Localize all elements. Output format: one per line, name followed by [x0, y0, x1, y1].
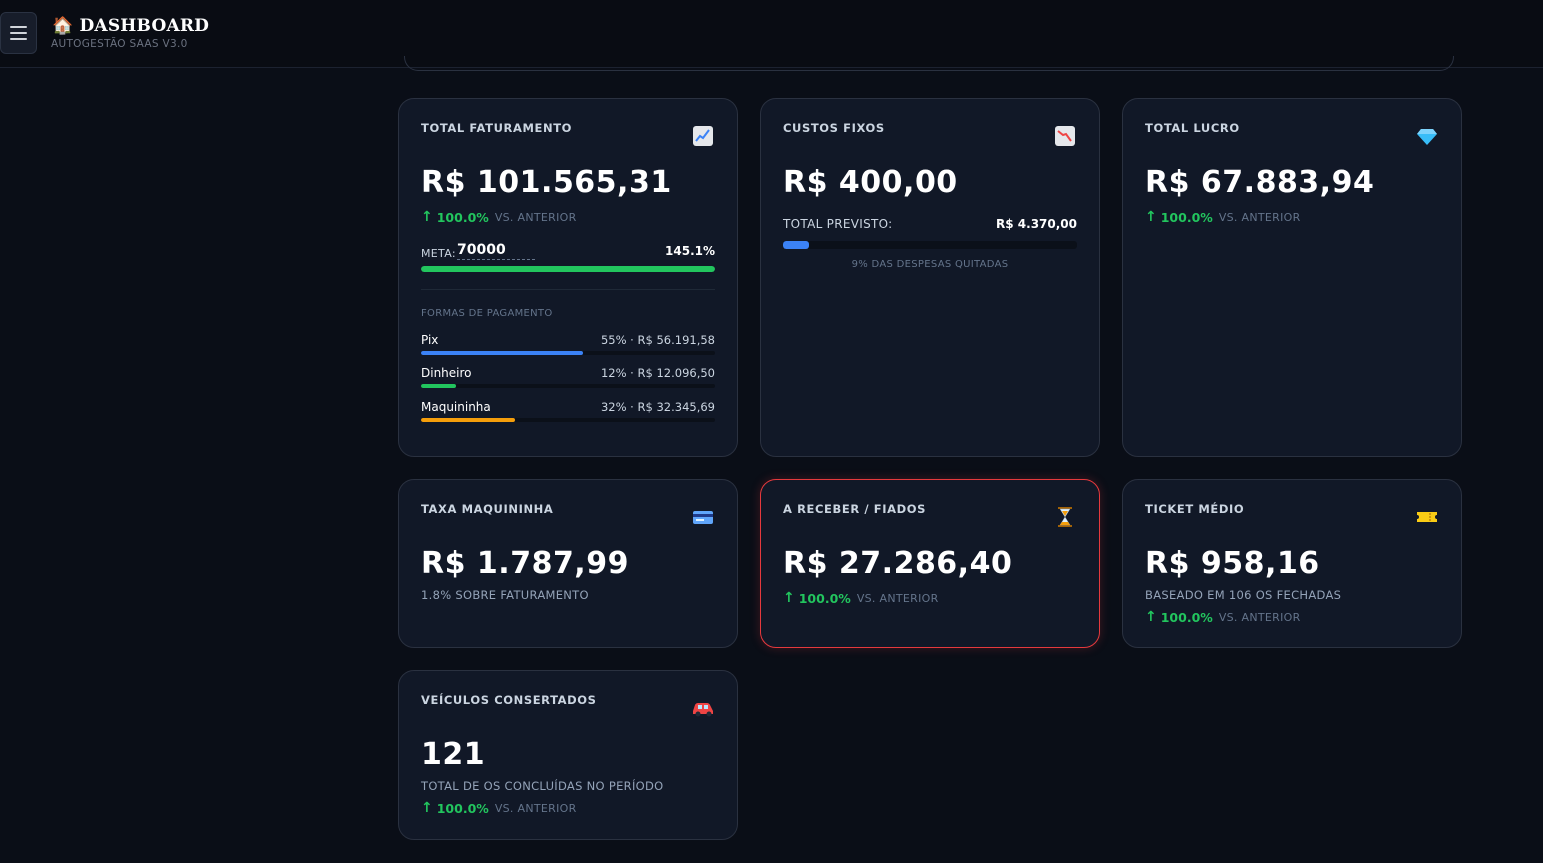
hamburger-line — [10, 38, 27, 40]
card-title: TICKET MÉDIO — [1145, 502, 1245, 516]
arrow-up-icon: ↑ — [1145, 609, 1157, 625]
payment-detail: 55% · R$ 56.191,58 — [600, 333, 715, 347]
payment-bar-track — [421, 351, 715, 355]
payment-name: Pix — [421, 333, 439, 347]
receber-trend: ↑ 100.0% VS. ANTERIOR — [783, 590, 939, 606]
chart-up-icon — [691, 125, 715, 149]
previsto-value: R$ 4.370,00 — [996, 217, 1077, 231]
arrow-up-icon: ↑ — [783, 590, 795, 606]
card-custos-fixos: CUSTOS FIXOS R$ 400,00 TOTAL PREVISTO: R… — [760, 98, 1100, 457]
car-icon — [691, 697, 715, 721]
card-title: TAXA MAQUININHA — [421, 502, 554, 516]
meta-progress-fill — [421, 266, 715, 272]
ticket-subtitle: BASEADO EM 106 OS FECHADAS — [1145, 588, 1342, 602]
meta-progress-track — [421, 266, 715, 272]
payment-detail: 12% · R$ 12.096,50 — [600, 366, 715, 380]
meta-percent: 145.1% — [665, 244, 715, 258]
veiculos-value: 121 — [421, 737, 486, 772]
lucro-value: R$ 67.883,94 — [1145, 165, 1375, 200]
arrow-up-icon: ↑ — [421, 800, 433, 816]
trend-percent: 100.0% — [436, 209, 489, 225]
arrow-up-icon: ↑ — [421, 209, 433, 225]
meta-row: META: 70000 145.1% — [421, 242, 715, 262]
lucro-trend: ↑ 100.0% VS. ANTERIOR — [1145, 209, 1301, 225]
payment-bar-track — [421, 384, 715, 388]
payment-bar-fill — [421, 418, 516, 422]
taxa-subtitle: 1.8% SOBRE FATURAMENTO — [421, 588, 589, 602]
meta-input[interactable]: 70000 — [457, 242, 535, 260]
custos-progress-track — [783, 241, 1077, 249]
veiculos-trend: ↑ 100.0% VS. ANTERIOR — [421, 800, 577, 816]
ticket-icon — [1415, 506, 1439, 530]
ticket-trend: ↑ 100.0% VS. ANTERIOR — [1145, 609, 1301, 625]
trend-percent: 100.0% — [1160, 609, 1213, 625]
page-title: 🏠 DASHBOARD — [52, 16, 210, 36]
card-a-receber: A RECEBER / FIADOS R$ 27.286,40 ↑ 100.0%… — [760, 479, 1100, 648]
previsto-label: TOTAL PREVISTO: — [783, 217, 893, 231]
card-taxa-maquininha: TAXA MAQUININHA R$ 1.787,99 1.8% SOBRE F… — [398, 479, 738, 648]
card-total-lucro: TOTAL LUCRO R$ 67.883,94 ↑ 100.0% VS. AN… — [1122, 98, 1462, 457]
trend-percent: 100.0% — [1160, 209, 1213, 225]
custos-note: 9% DAS DESPESAS QUITADAS — [851, 259, 1009, 270]
trend-label: VS. ANTERIOR — [494, 210, 577, 224]
payment-name: Dinheiro — [421, 366, 472, 380]
chart-down-icon — [1053, 125, 1077, 149]
menu-toggle-button[interactable] — [0, 12, 37, 54]
payment-row-dinheiro: Dinheiro 12% · R$ 12.096,50 — [421, 366, 715, 396]
meta-label: META: — [421, 247, 456, 260]
faturamento-value: R$ 101.565,31 — [421, 165, 672, 200]
divider — [421, 289, 715, 290]
hamburger-line — [10, 32, 27, 34]
payment-bar-track — [421, 418, 715, 422]
trend-percent: 100.0% — [798, 590, 851, 606]
receber-value: R$ 27.286,40 — [783, 546, 1013, 581]
veiculos-subtitle: TOTAL DE OS CONCLUÍDAS NO PERÍODO — [421, 779, 664, 793]
custos-progress-fill — [783, 241, 810, 249]
faturamento-trend: ↑ 100.0% VS. ANTERIOR — [421, 209, 577, 225]
card-total-faturamento: TOTAL FATURAMENTO R$ 101.565,31 ↑ 100.0%… — [398, 98, 738, 457]
hourglass-icon — [1053, 506, 1077, 530]
trend-label: VS. ANTERIOR — [1218, 610, 1301, 624]
card-veiculos-consertados: VEÍCULOS CONSERTADOS 121 TOTAL DE OS CON… — [398, 670, 738, 840]
payment-name: Maquininha — [421, 400, 491, 414]
payment-bar-fill — [421, 351, 583, 355]
trend-label: VS. ANTERIOR — [856, 591, 939, 605]
credit-card-icon — [691, 506, 715, 530]
payment-row-pix: Pix 55% · R$ 56.191,58 — [421, 333, 715, 363]
hamburger-icon — [10, 26, 27, 28]
card-ticket-medio: TICKET MÉDIO R$ 958,16 BASEADO EM 106 OS… — [1122, 479, 1462, 648]
payment-detail: 32% · R$ 32.345,69 — [600, 400, 715, 414]
trend-label: VS. ANTERIOR — [494, 801, 577, 815]
payment-row-maquininha: Maquininha 32% · R$ 32.345,69 — [421, 400, 715, 430]
card-title: VEÍCULOS CONSERTADOS — [421, 693, 597, 707]
taxa-value: R$ 1.787,99 — [421, 546, 629, 581]
custos-value: R$ 400,00 — [783, 165, 958, 200]
card-title: TOTAL FATURAMENTO — [421, 121, 573, 135]
previous-panel-edge — [404, 56, 1454, 71]
payment-bar-fill — [421, 384, 457, 388]
trend-percent: 100.0% — [436, 800, 489, 816]
ticket-value: R$ 958,16 — [1145, 546, 1320, 581]
card-title: A RECEBER / FIADOS — [783, 502, 927, 516]
arrow-up-icon: ↑ — [1145, 209, 1157, 225]
trend-label: VS. ANTERIOR — [1218, 210, 1301, 224]
previsto-row: TOTAL PREVISTO: R$ 4.370,00 — [783, 217, 1077, 233]
card-title: CUSTOS FIXOS — [783, 121, 885, 135]
card-title: TOTAL LUCRO — [1145, 121, 1240, 135]
payments-label: FORMAS DE PAGAMENTO — [421, 308, 553, 319]
gem-icon — [1415, 125, 1439, 149]
app-subtitle: AUTOGESTÃO SAAS V3.0 — [51, 38, 188, 50]
